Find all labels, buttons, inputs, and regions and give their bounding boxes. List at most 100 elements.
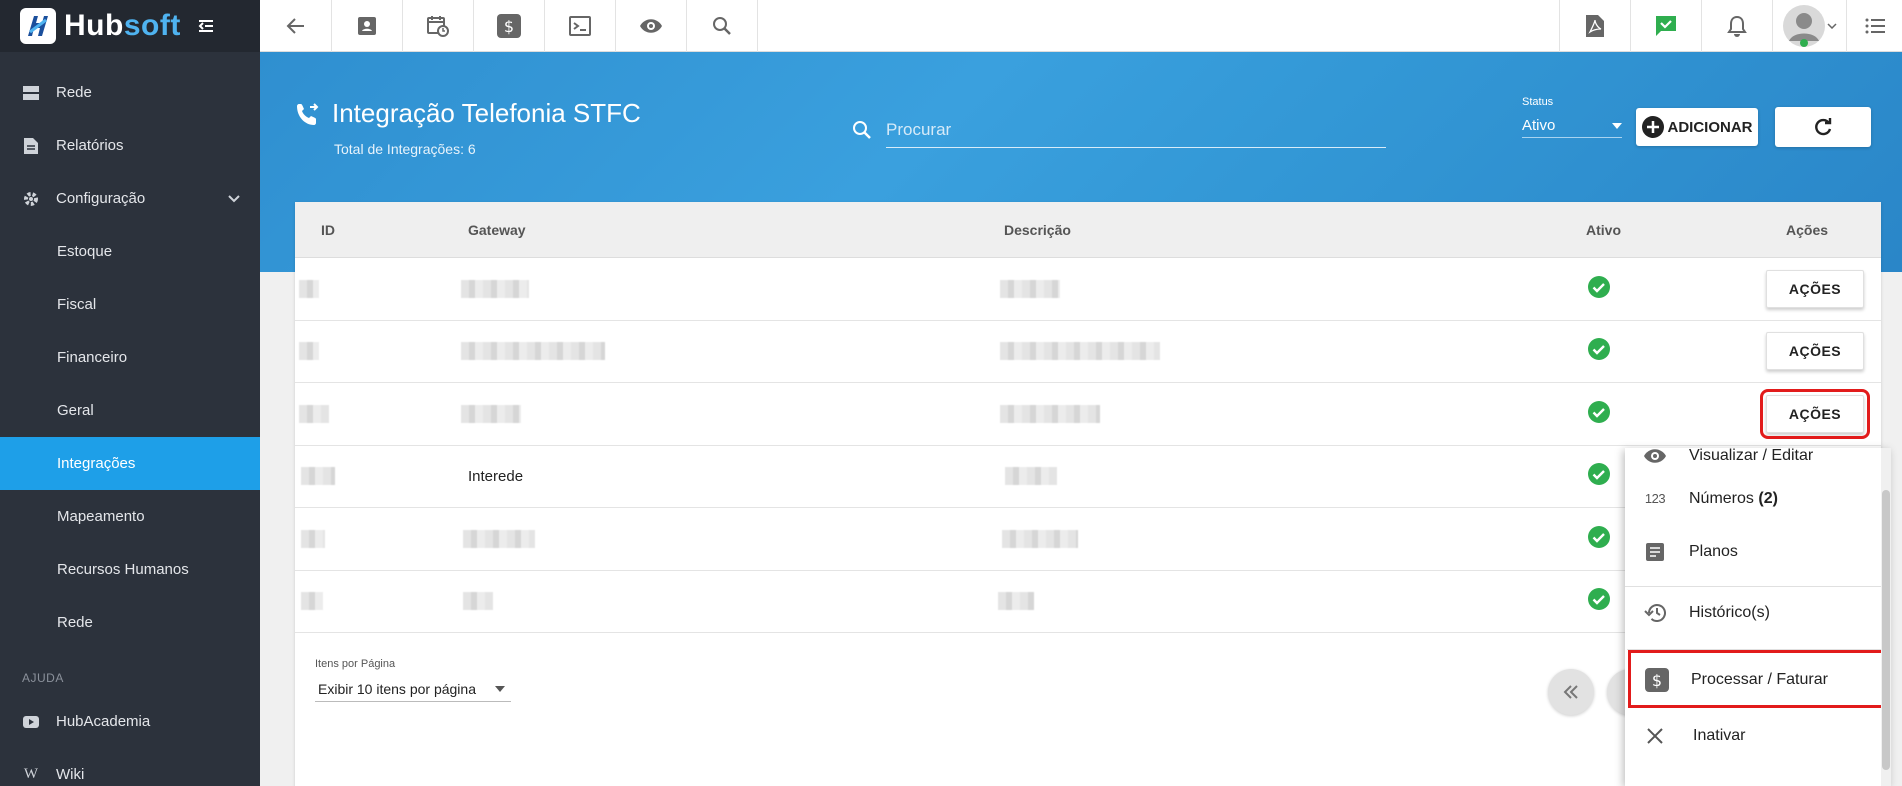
redacted-description (1002, 529, 1078, 548)
pdf-button[interactable] (1559, 0, 1630, 52)
active-check-icon (1587, 337, 1611, 365)
sidebar-item-rede[interactable]: Rede (0, 66, 260, 119)
schedule-button[interactable] (403, 0, 474, 52)
first-page-button[interactable] (1548, 669, 1594, 715)
refresh-button[interactable] (1775, 107, 1871, 147)
status-value: Ativo (1522, 117, 1556, 134)
sidebar-subitem-recursos-humanos[interactable]: Recursos Humanos (0, 543, 260, 596)
sidebar-subitem-financeiro[interactable]: Financeiro (0, 331, 260, 384)
sidebar-item-hubacademia[interactable]: HubAcademia (0, 695, 260, 748)
search-button[interactable] (687, 0, 758, 52)
column-id: ID (321, 221, 335, 238)
column-ativo: Ativo (1586, 221, 1621, 238)
column-acoes: Ações (1786, 221, 1829, 238)
terminal-icon (569, 16, 591, 36)
search-field (852, 112, 1386, 148)
eye-icon (1643, 448, 1667, 468)
active-check-icon (1587, 525, 1611, 553)
redacted-gateway (461, 342, 605, 361)
status-select[interactable]: Ativo (1522, 114, 1622, 138)
add-button-label: ADICIONAR (1667, 118, 1753, 136)
add-button[interactable]: ADICIONAR (1636, 108, 1758, 146)
sidebar-item-relatorios[interactable]: Relatórios (0, 119, 260, 172)
search-icon (853, 121, 871, 139)
redacted-gateway (461, 404, 521, 423)
wikipedia-icon: W (23, 766, 39, 782)
menu-item-inativar[interactable]: Inativar (1625, 709, 1891, 762)
list-icon (1865, 18, 1885, 34)
column-gateway: Gateway (468, 221, 526, 238)
acoes-button-highlighted[interactable]: AÇÕES (1760, 388, 1870, 439)
search-input[interactable] (886, 112, 1386, 148)
collapse-menu-icon[interactable] (197, 17, 215, 35)
total-integrations-text: Total de Integrações: 6 (334, 141, 476, 157)
youtube-icon (22, 713, 40, 731)
hubsoft-logo-icon (20, 8, 56, 44)
active-check-icon (1587, 275, 1611, 303)
sidebar-subitem-integracoes[interactable]: Integrações (0, 437, 260, 490)
acoes-button[interactable]: AÇÕES (1766, 332, 1864, 371)
numeros-count: (2) (1758, 489, 1778, 507)
table-row: AÇÕES (295, 383, 1881, 446)
svg-text:$: $ (1652, 671, 1662, 690)
sidebar-subitem-mapeamento[interactable]: Mapeamento (0, 490, 260, 543)
double-chevron-left-icon (1563, 685, 1578, 699)
redacted-gateway (461, 279, 529, 298)
sidebar-item-wiki[interactable]: W Wiki (0, 748, 260, 786)
phone-forward-icon (297, 102, 319, 125)
menu-item-historico[interactable]: Histórico(s) (1625, 586, 1891, 639)
active-check-icon (1587, 587, 1611, 615)
view-button[interactable] (616, 0, 687, 52)
sidebar: Hubsoft Rede Relatórios Configuração Est… (0, 0, 260, 786)
gateway-cell: Interede (468, 467, 524, 485)
chevron-down-icon (228, 190, 240, 207)
sidebar-item-label: Wiki (56, 766, 85, 783)
search-icon (713, 17, 731, 35)
menu-item-planos[interactable]: Planos (1625, 525, 1891, 578)
terminal-button[interactable] (545, 0, 616, 52)
refresh-icon (1815, 118, 1832, 136)
numbers-icon: 123 (1644, 491, 1666, 506)
menu-scroll-thumb[interactable] (1882, 490, 1890, 770)
contacts-button[interactable] (332, 0, 403, 52)
redacted-gateway (463, 592, 493, 611)
back-button[interactable] (260, 0, 332, 52)
notifications-button[interactable] (1701, 0, 1772, 52)
menu-scrollbar[interactable] (1881, 448, 1891, 786)
redacted-id (299, 279, 319, 298)
status-filter: Status Ativo (1522, 96, 1622, 138)
items-per-page-select[interactable]: Exibir 10 itens por página (315, 676, 511, 702)
dollar-icon: $ (497, 14, 521, 38)
column-descricao: Descrição (1004, 221, 1071, 238)
menu-item-numeros[interactable]: 123 Números (2) (1625, 472, 1891, 525)
menu-item-processar-faturar[interactable]: $ Processar / Faturar (1627, 649, 1891, 709)
page-title-row: Integração Telefonia STFC (296, 98, 641, 129)
tasks-button[interactable] (1630, 0, 1701, 52)
sidebar-subitem-geral[interactable]: Geral (0, 384, 260, 437)
sidebar-subitem-rede[interactable]: Rede (0, 596, 260, 649)
top-toolbar: $ (260, 0, 1902, 52)
redacted-id (299, 342, 319, 361)
menu-item-visualizar-editar[interactable]: Visualizar / Editar (1625, 448, 1891, 472)
finance-button[interactable]: $ (474, 0, 545, 52)
sidebar-item-label: Relatórios (56, 137, 124, 154)
sidebar-section-ajuda: AJUDA (22, 671, 64, 685)
list-menu-button[interactable] (1846, 0, 1902, 52)
bell-icon (1727, 15, 1747, 37)
close-icon (1643, 724, 1667, 748)
sidebar-item-configuracao[interactable]: Configuração (0, 172, 260, 225)
sidebar-item-label: Configuração (56, 190, 146, 207)
add-circle-icon (1641, 116, 1664, 138)
chat-check-icon (1656, 16, 1676, 36)
sidebar-item-label: Rede (56, 84, 92, 101)
page-title: Integração Telefonia STFC (332, 98, 641, 128)
redacted-id (301, 467, 335, 486)
gear-icon (22, 190, 40, 208)
eye-icon (640, 19, 662, 33)
user-menu-button[interactable] (1772, 0, 1846, 52)
sidebar-subitem-estoque[interactable]: Estoque (0, 225, 260, 278)
actions-dropdown-menu: Visualizar / Editar 123 Números (2) Plan… (1625, 448, 1891, 786)
acoes-button[interactable]: AÇÕES (1766, 269, 1864, 308)
sidebar-subitem-fiscal[interactable]: Fiscal (0, 278, 260, 331)
document-icon (22, 137, 40, 155)
